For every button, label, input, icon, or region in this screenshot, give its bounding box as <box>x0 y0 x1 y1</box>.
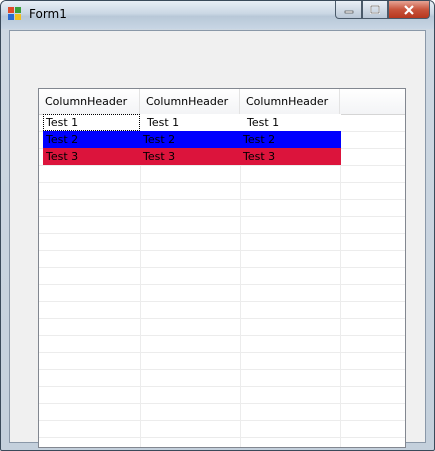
gridline-horizontal <box>39 335 405 336</box>
gridline-horizontal <box>39 318 405 319</box>
list-cell: Test 3 <box>46 150 79 163</box>
gridline-horizontal <box>39 369 405 370</box>
gridline-horizontal <box>39 165 405 166</box>
list-view[interactable]: ColumnHeader ColumnHeader ColumnHeader T… <box>38 88 406 448</box>
list-cell: Test 3 <box>143 150 176 163</box>
gridline-horizontal <box>39 182 405 183</box>
gridline-horizontal <box>39 403 405 404</box>
list-cell: Test 2 <box>46 133 79 146</box>
column-header-3[interactable]: ColumnHeader <box>240 89 340 114</box>
gridline-horizontal <box>39 250 405 251</box>
list-cell: Test 1 <box>43 114 140 131</box>
list-item[interactable]: Test 1 Test 1 Test 1 <box>43 114 341 131</box>
application-window: Form1 ColumnHeader ColumnHeader ColumnHe… <box>0 0 435 451</box>
column-header-2[interactable]: ColumnHeader <box>140 89 240 114</box>
gridline-horizontal <box>39 199 405 200</box>
gridline-horizontal <box>39 267 405 268</box>
list-header: ColumnHeader ColumnHeader ColumnHeader <box>39 89 405 115</box>
maximize-button[interactable] <box>362 1 388 19</box>
close-button[interactable] <box>388 1 430 19</box>
gridline-horizontal <box>39 386 405 387</box>
gridline-horizontal <box>39 352 405 353</box>
list-cell: Test 1 <box>247 116 280 129</box>
list-cell: Test 3 <box>243 150 276 163</box>
gridline-horizontal <box>39 284 405 285</box>
gridline-horizontal <box>39 233 405 234</box>
gridline-horizontal <box>39 301 405 302</box>
list-item[interactable]: Test 3 Test 3 Test 3 <box>43 148 341 165</box>
column-header-1[interactable]: ColumnHeader <box>39 89 140 114</box>
title-bar[interactable]: Form1 <box>1 1 434 29</box>
close-icon <box>404 4 414 15</box>
form-client-area: ColumnHeader ColumnHeader ColumnHeader T… <box>9 30 426 448</box>
form-app-icon <box>8 7 21 20</box>
maximize-icon <box>370 5 380 14</box>
minimize-button[interactable] <box>335 1 362 19</box>
list-cell: Test 1 <box>147 116 180 129</box>
window-title: Form1 <box>29 7 67 21</box>
gridline-horizontal <box>39 216 405 217</box>
gridline-horizontal <box>39 437 405 438</box>
gridline-horizontal <box>39 420 405 421</box>
list-cell: Test 2 <box>143 133 176 146</box>
minimize-icon <box>344 10 353 13</box>
list-cell: Test 2 <box>243 133 276 146</box>
list-item[interactable]: Test 2 Test 2 Test 2 <box>43 131 341 148</box>
